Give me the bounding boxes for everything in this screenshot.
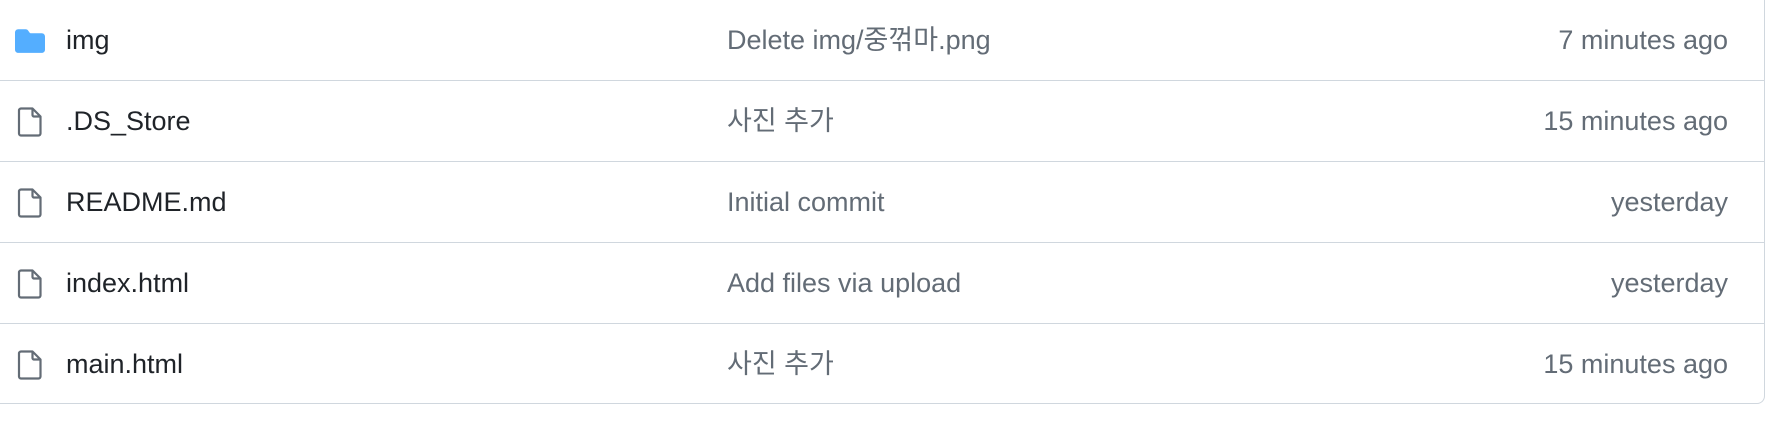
file-name-link[interactable]: .DS_Store [66,81,191,161]
file-row-readme[interactable]: README.md Initial commit yesterday [0,162,1764,243]
file-name-link[interactable]: README.md [66,162,227,242]
file-name-link[interactable]: main.html [66,324,183,404]
commit-age: 7 minutes ago [1558,25,1728,55]
file-icon [13,348,47,382]
file-row-ds-store[interactable]: .DS_Store 사진 추가 15 minutes ago [0,81,1764,162]
commit-message-link[interactable]: Initial commit [727,162,885,242]
commit-message-link[interactable]: Delete img/중꺾마.png [727,0,991,80]
folder-icon [13,24,47,58]
file-icon [13,267,47,301]
file-name-link[interactable]: index.html [66,243,189,323]
file-row-img[interactable]: img Delete img/중꺾마.png 7 minutes ago [0,0,1764,81]
file-icon [13,105,47,139]
commit-age: yesterday [1610,268,1728,298]
file-row-index-html[interactable]: index.html Add files via upload yesterda… [0,243,1764,324]
commit-message-link[interactable]: 사진 추가 [727,324,834,404]
file-name-link[interactable]: img [66,0,110,80]
commit-message-link[interactable]: Add files via upload [727,243,961,323]
commit-age: 15 minutes ago [1543,349,1728,379]
commit-message-link[interactable]: 사진 추가 [727,81,834,161]
commit-age: yesterday [1610,187,1728,217]
commit-age: 15 minutes ago [1543,106,1728,136]
file-list: img Delete img/중꺾마.png 7 minutes ago .DS… [0,0,1765,404]
file-icon [13,186,47,220]
file-row-main-html[interactable]: main.html 사진 추가 15 minutes ago [0,324,1764,404]
